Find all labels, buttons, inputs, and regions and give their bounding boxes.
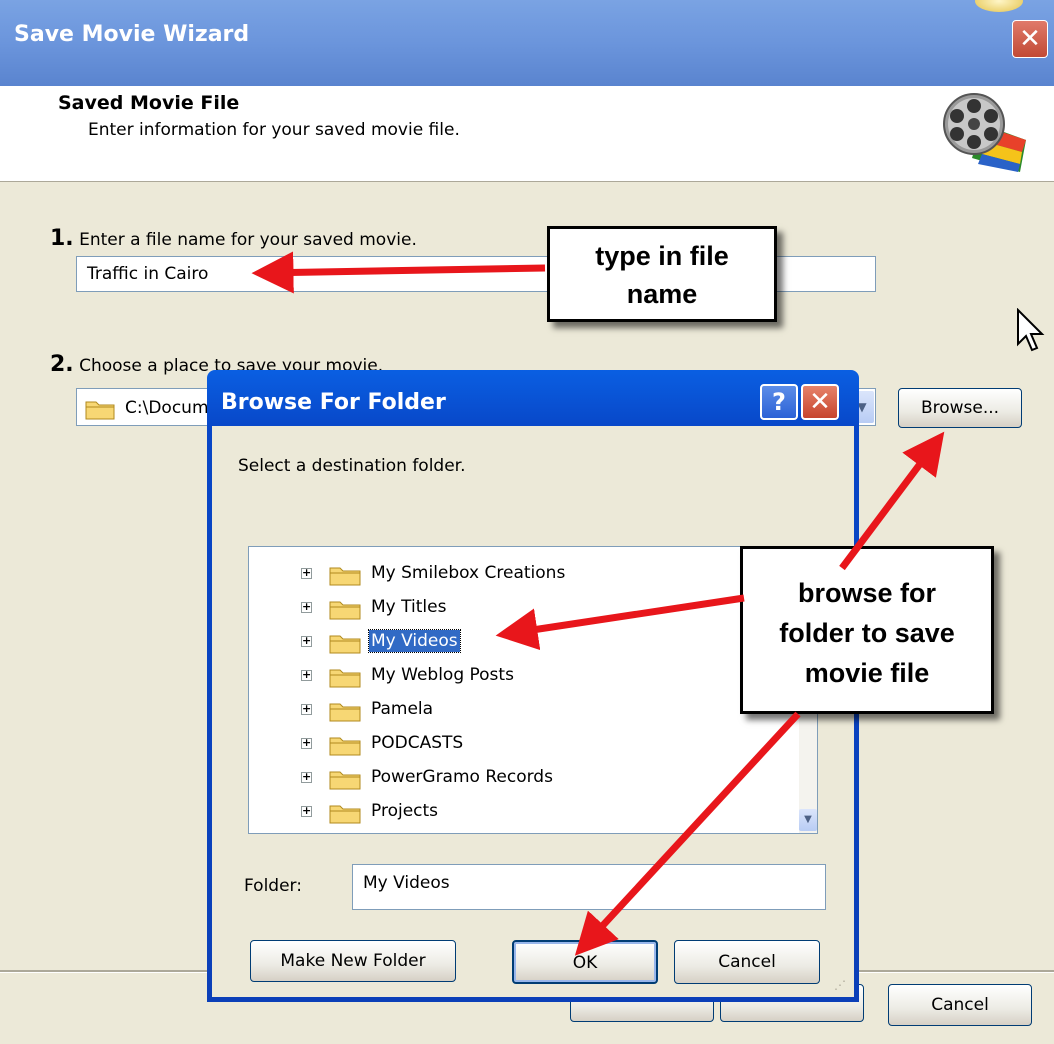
arrow-to-filename (251, 251, 546, 294)
arrow-to-my-videos (495, 594, 745, 651)
arrow-to-browse (839, 431, 945, 571)
arrow-to-ok (574, 711, 801, 956)
annotation-arrows (251, 251, 945, 956)
